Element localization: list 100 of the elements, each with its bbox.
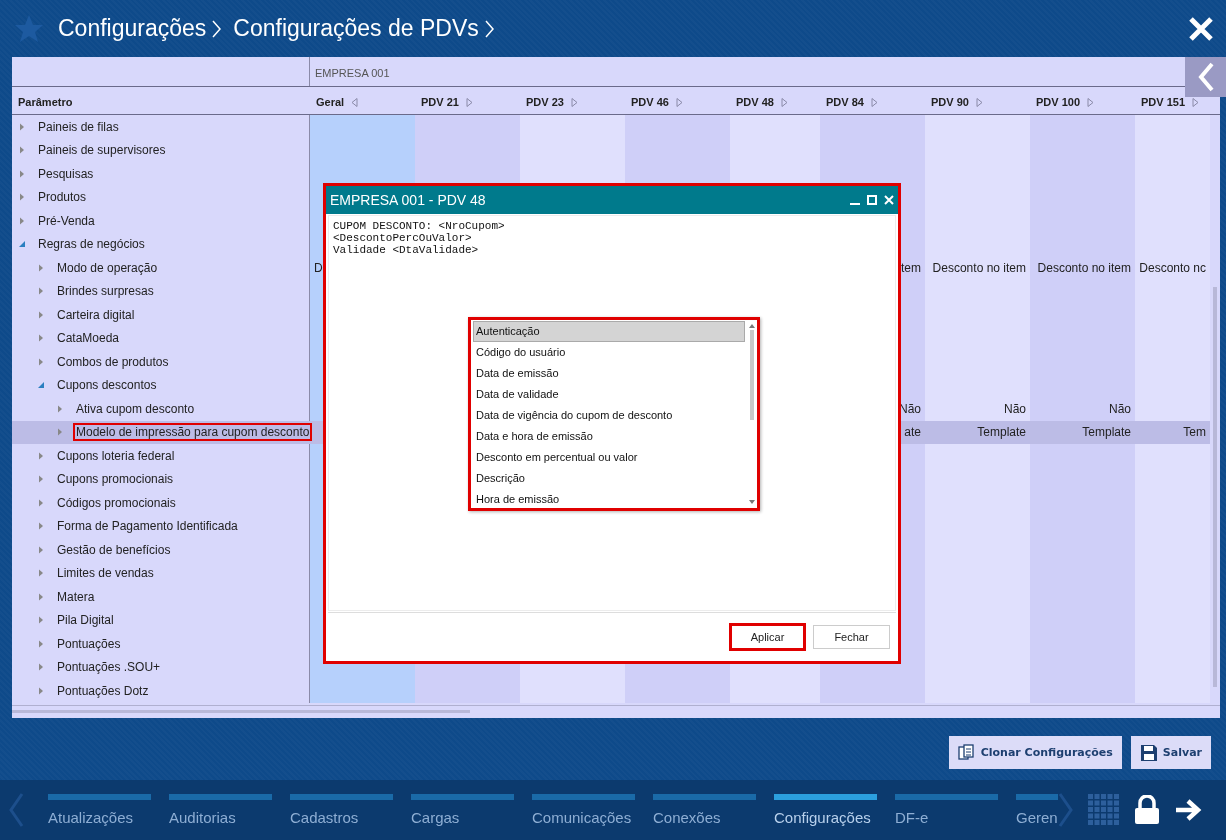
column-header[interactable]: Geral (310, 96, 415, 108)
expander-icon[interactable] (56, 404, 64, 413)
column-header[interactable]: PDV 151 (1135, 96, 1210, 108)
field-list[interactable]: Autenticação Código do usuário Data de emissão Data de validade Data de vigência do cupom de desconto Data e hora de emissão Desconto em percentual ou valor Descrição Hora de emissão (468, 317, 760, 511)
scroll-down-icon (749, 500, 755, 504)
column-header[interactable]: PDV 21 (415, 96, 520, 108)
chevron-right-icon[interactable] (1058, 792, 1074, 828)
clone-button[interactable]: Clonar Configurações (948, 736, 1122, 769)
list-item[interactable]: Código do usuário (473, 342, 745, 363)
tree-item[interactable]: Códigos promocionais (54, 493, 179, 512)
tree-item[interactable]: Gestão de benefícios (54, 540, 174, 559)
expander-icon[interactable] (37, 616, 45, 625)
tree-item[interactable]: Pesquisas (35, 164, 97, 183)
tree-item[interactable]: Cupons descontos (54, 376, 160, 395)
expander-icon[interactable] (37, 263, 45, 272)
expander-icon[interactable] (37, 663, 45, 672)
tree-item[interactable]: CataMoeda (54, 329, 123, 348)
tree-item[interactable]: Pontuações (54, 634, 124, 653)
expander-icon[interactable] (37, 287, 45, 296)
expander-icon[interactable] (56, 428, 64, 437)
nav-tab[interactable]: Comunicações (532, 794, 635, 826)
expander-icon[interactable] (37, 639, 45, 648)
list-item[interactable]: Data de validade (473, 384, 745, 405)
nav-tab[interactable]: Atualizações (48, 794, 151, 826)
tree-item[interactable]: Modelo de impressão para cupom desconto (73, 423, 313, 442)
list-item[interactable]: Hora de emissão (473, 489, 745, 510)
tree-item[interactable]: Produtos (35, 188, 90, 207)
column-header[interactable]: PDV 46 (625, 96, 730, 108)
tree-item[interactable]: Modo de operação (54, 258, 161, 277)
expander-icon[interactable] (18, 169, 26, 178)
nav-tab[interactable]: Configurações (774, 794, 877, 826)
tree-item[interactable]: Brindes surpresas (54, 282, 157, 301)
nav-tab[interactable]: Conexões (653, 794, 756, 826)
column-header[interactable]: PDV 90 (925, 96, 1030, 108)
expander-icon[interactable] (37, 357, 45, 366)
tree-item[interactable]: Pré-Venda (35, 211, 98, 230)
tree-item[interactable]: Paineis de filas (35, 117, 122, 136)
table-cell-text: ate (903, 424, 922, 442)
close-icon[interactable] (884, 195, 894, 205)
expander-icon[interactable] (37, 475, 45, 484)
expander-icon[interactable] (37, 310, 45, 319)
expander-icon[interactable] (18, 216, 26, 225)
expander-icon[interactable] (37, 545, 45, 554)
close-dialog-button[interactable]: Fechar (813, 625, 890, 649)
column-header[interactable]: PDV 23 (520, 96, 625, 108)
list-item[interactable]: Descrição (473, 468, 745, 489)
apply-button[interactable]: Aplicar (729, 623, 806, 651)
expander-icon[interactable] (37, 592, 45, 601)
nav-tab[interactable]: Auditorias (169, 794, 272, 826)
expander-icon[interactable] (37, 522, 45, 531)
list-item[interactable]: Data e hora de emissão (473, 426, 745, 447)
tree-item[interactable]: Cupons promocionais (54, 470, 177, 489)
breadcrumb-link[interactable]: Configurações de PDVs (233, 15, 479, 42)
dialog-title: EMPRESA 001 - PDV 48 (330, 192, 486, 208)
arrow-right-icon[interactable] (1174, 798, 1204, 822)
maximize-icon[interactable] (867, 195, 877, 205)
tree-item[interactable]: Paineis de supervisores (35, 141, 169, 160)
tree-item[interactable]: Pontuações .SOU+ (54, 658, 164, 677)
expander-icon[interactable] (18, 122, 26, 131)
tree-item[interactable]: Combos de produtos (54, 352, 172, 371)
scroll-thumb[interactable] (750, 330, 754, 420)
triangle-icon (675, 97, 683, 107)
tree-item[interactable]: Carteira digital (54, 305, 138, 324)
expander-icon[interactable] (37, 451, 45, 460)
tree-item[interactable]: Regras de negócios (35, 235, 148, 254)
list-item[interactable]: Autenticação (473, 321, 745, 342)
column-header[interactable]: PDV 84 (820, 96, 925, 108)
nav-tab[interactable]: DF-e (895, 794, 998, 826)
expander-icon[interactable] (37, 334, 45, 343)
column-header[interactable]: PDV 48 (730, 96, 820, 108)
scroll-thumb[interactable] (1213, 287, 1217, 687)
list-item[interactable]: Data de emissão (473, 363, 745, 384)
save-button[interactable]: Salvar (1130, 736, 1211, 769)
chevron-left-icon[interactable] (8, 792, 24, 828)
tree-item[interactable]: Limites de vendas (54, 564, 157, 583)
expander-icon[interactable] (37, 498, 45, 507)
breadcrumb-link[interactable]: Configurações (58, 15, 207, 42)
tree-item[interactable]: Ativa cupom desconto (73, 399, 198, 418)
collapse-tab[interactable] (1185, 57, 1226, 97)
column-header[interactable]: PDV 100 (1030, 96, 1135, 108)
expander-icon[interactable] (37, 569, 45, 578)
tree-item[interactable]: Pontuações Dotz (54, 681, 152, 700)
lock-icon[interactable] (1134, 795, 1160, 825)
table-cell-text: Não (1003, 400, 1027, 418)
nav-tab[interactable]: Cadastros (290, 794, 393, 826)
grid-icon[interactable] (1088, 794, 1120, 826)
tree-item[interactable]: Cupons loteria federal (54, 446, 178, 465)
tree-item[interactable]: Pila Digital (54, 611, 117, 630)
tree-item[interactable]: Matera (54, 587, 98, 606)
list-item[interactable]: Data de vigência do cupom de desconto (473, 405, 745, 426)
expander-icon[interactable] (37, 381, 45, 390)
expander-icon[interactable] (18, 240, 26, 249)
expander-icon[interactable] (37, 686, 45, 695)
tree-item[interactable]: Forma de Pagamento Identificada (54, 517, 241, 536)
list-item[interactable]: Desconto em percentual ou valor (473, 447, 745, 468)
nav-tab[interactable]: Geren (1016, 794, 1058, 826)
expander-icon[interactable] (18, 146, 26, 155)
scroll-thumb[interactable] (12, 710, 470, 713)
nav-tab[interactable]: Cargas (411, 794, 514, 826)
expander-icon[interactable] (18, 193, 26, 202)
